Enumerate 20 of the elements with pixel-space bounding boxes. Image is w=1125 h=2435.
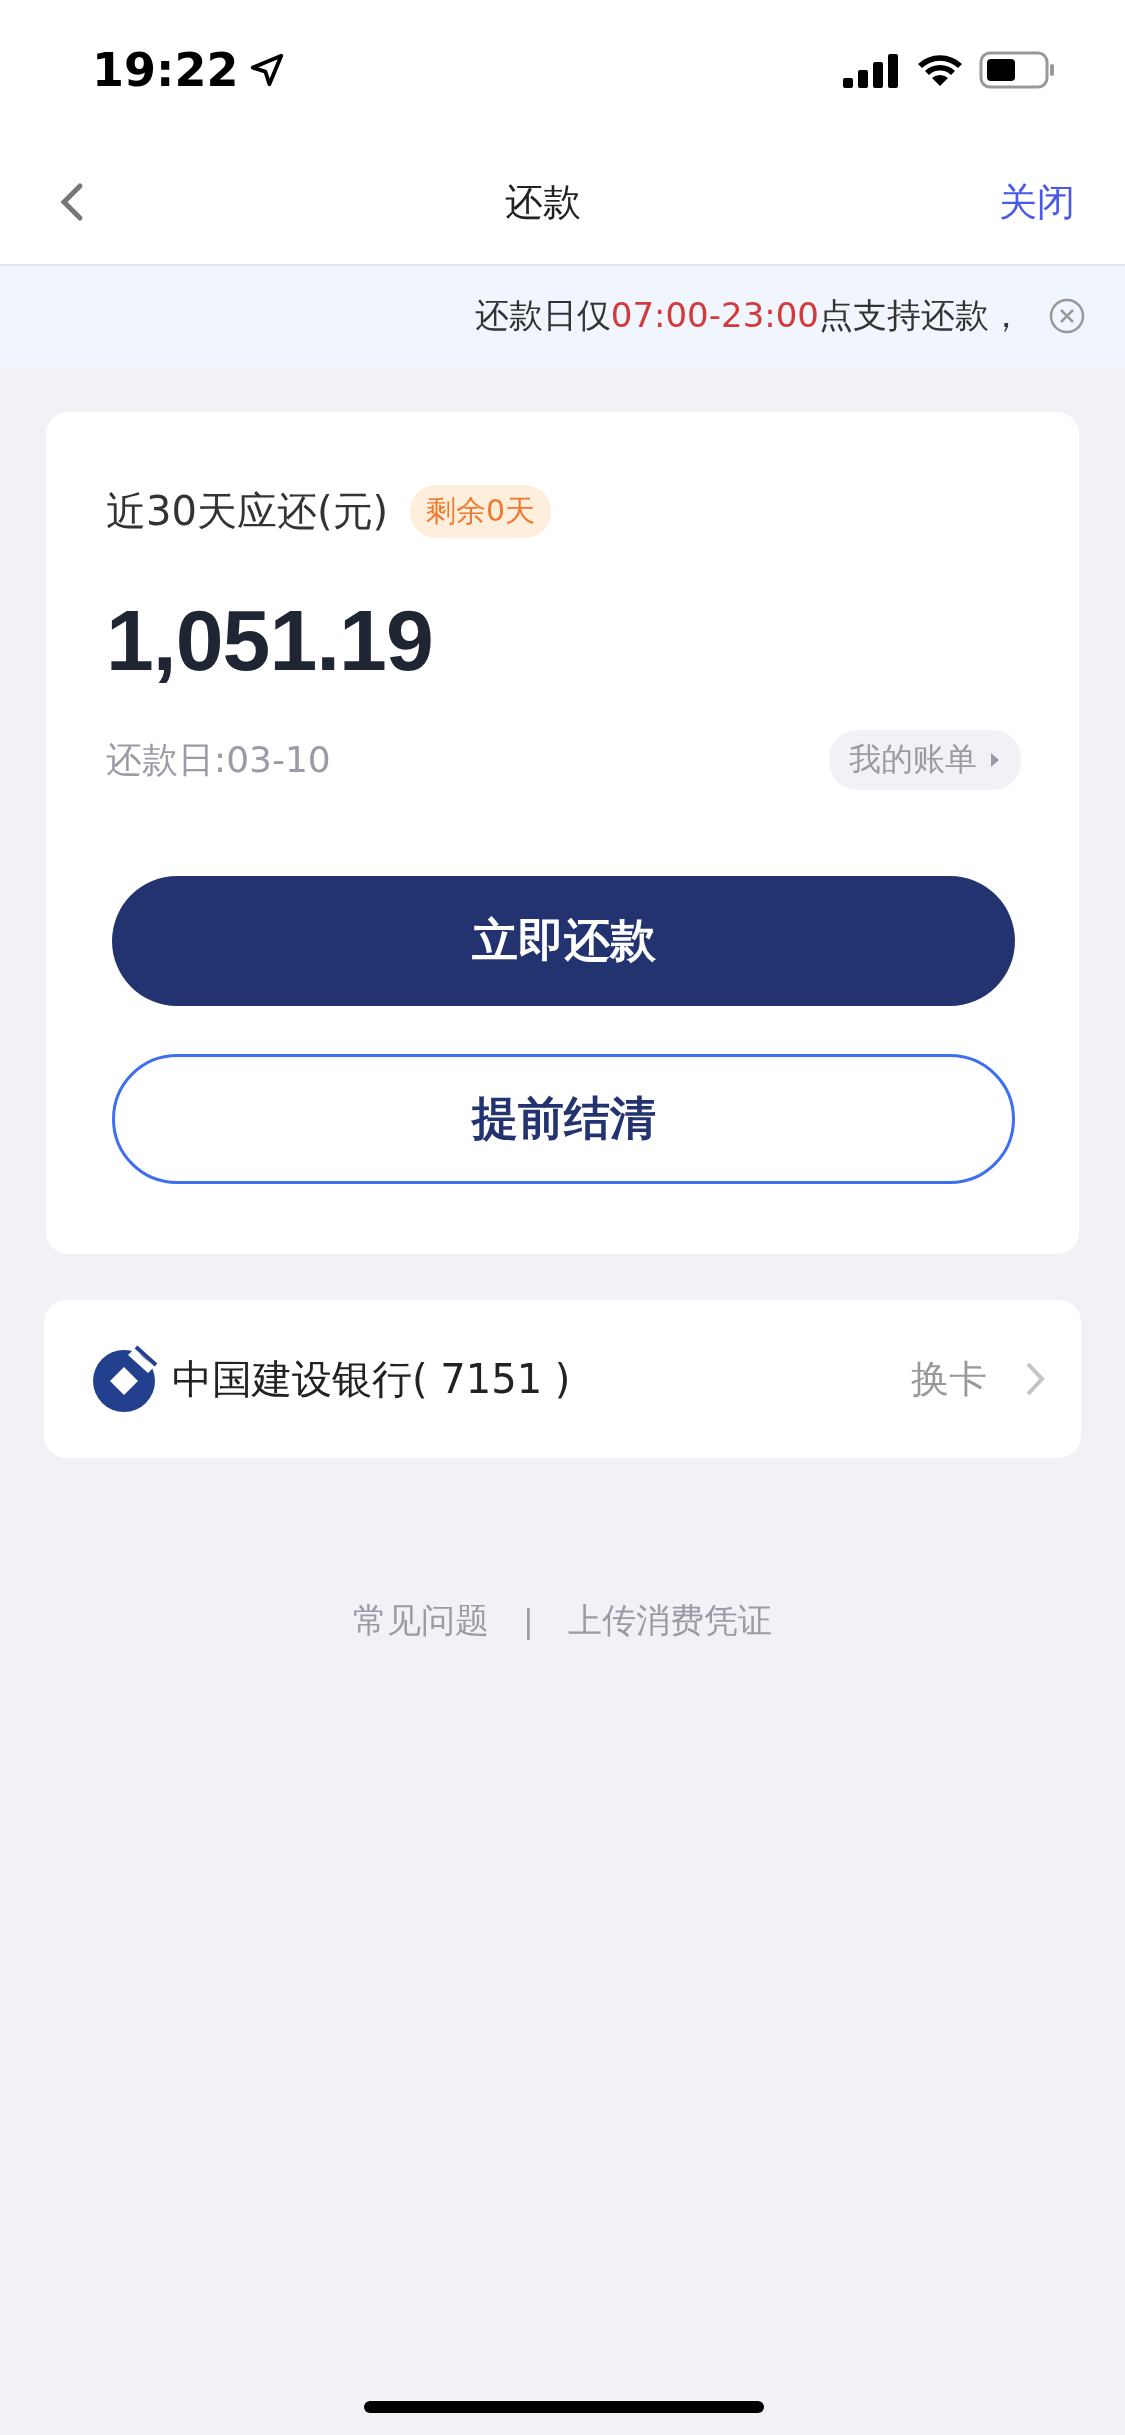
bank-card-row[interactable]: 中国建设银行( 7151 ) 换卡 [44, 1300, 1081, 1458]
settle-button[interactable]: 提前结清 [112, 1054, 1015, 1184]
bank-name: 中国建设银行( 7151 ) [172, 1354, 572, 1404]
notice-text: 还款日仅07:00-23:00点支持还款， [474, 294, 1023, 337]
battery-icon [979, 51, 1055, 89]
chevron-right-icon [1025, 1361, 1045, 1397]
due-date: 还款日:03-10 [106, 737, 331, 782]
close-button[interactable]: 关闭 [999, 176, 1075, 228]
signal-icon [843, 52, 901, 88]
page-title: 还款 [504, 178, 581, 226]
change-card-button[interactable]: 换卡 [911, 1353, 1045, 1405]
bank-logo-icon [90, 1345, 158, 1413]
days-left-badge: 剩余0天 [410, 485, 552, 538]
amount-due: 1,051.19 [106, 591, 434, 690]
caret-icon [989, 751, 1001, 769]
status-time: 19:22 [92, 43, 239, 97]
repay-button[interactable]: 立即还款 [112, 876, 1015, 1006]
close-icon[interactable] [1049, 298, 1085, 334]
due-label: 近30天应还(元) [106, 487, 389, 536]
separator: | [523, 1602, 534, 1640]
